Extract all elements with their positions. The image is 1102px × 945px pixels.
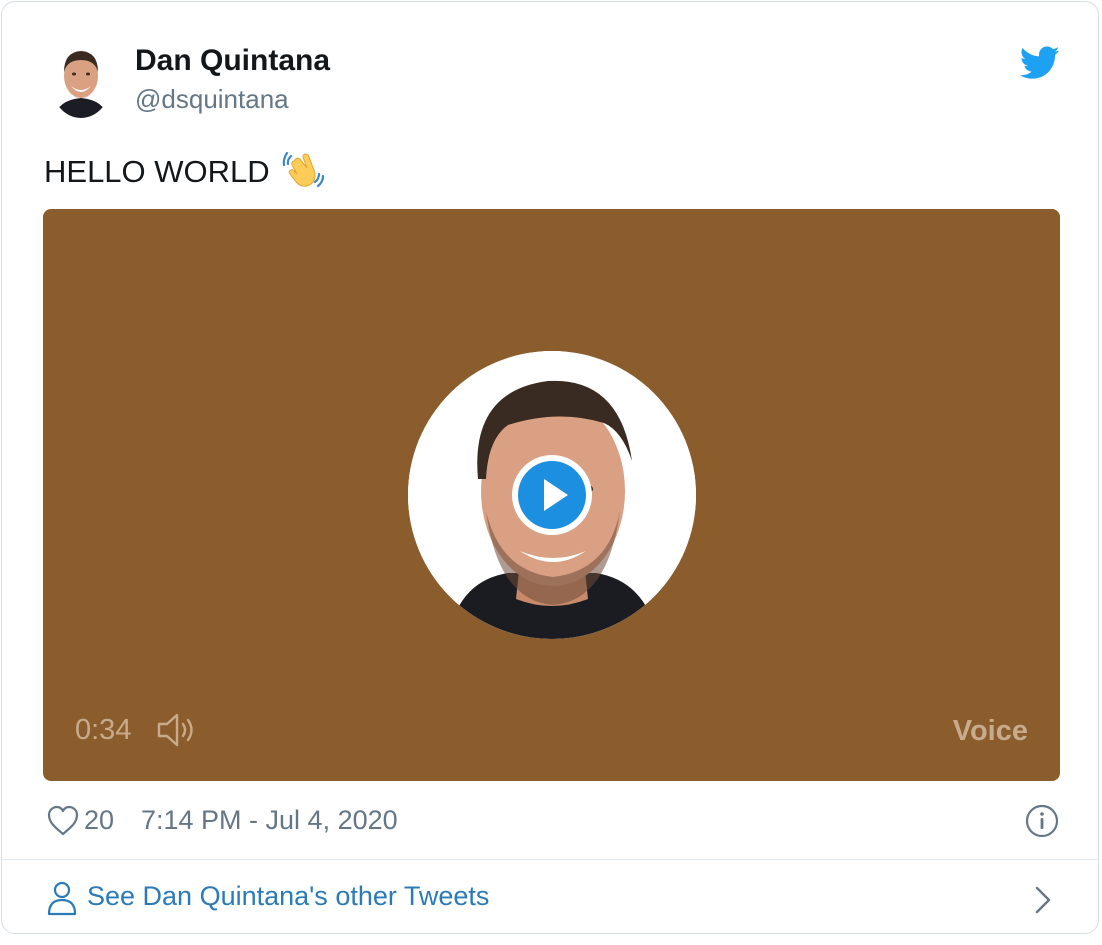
footer-divider bbox=[2, 859, 1098, 860]
duration-label: 0:34 bbox=[75, 714, 132, 746]
tweet-card: Dan Quintana @dsquintana HELLO WORLD 0:3… bbox=[1, 1, 1099, 934]
chevron-right-icon[interactable] bbox=[1032, 884, 1054, 916]
see-other-tweets-label[interactable]: See Dan Quintana's other Tweets bbox=[87, 881, 489, 912]
like-count[interactable]: 20 bbox=[84, 805, 114, 836]
see-other-tweets-link[interactable]: See Dan Quintana's other Tweets bbox=[46, 874, 1056, 918]
tweet-text: HELLO WORLD bbox=[44, 154, 270, 189]
heart-icon[interactable] bbox=[46, 805, 80, 837]
author-handle[interactable]: @dsquintana bbox=[135, 84, 289, 115]
author-avatar[interactable] bbox=[50, 42, 112, 118]
waving-hand-icon bbox=[282, 148, 325, 198]
voice-badge: Voice bbox=[952, 715, 1028, 747]
play-button[interactable] bbox=[512, 455, 592, 535]
author-name[interactable]: Dan Quintana bbox=[135, 44, 330, 78]
twitter-bird-icon[interactable] bbox=[1019, 46, 1060, 80]
voice-media-player[interactable]: 0:34 Voice bbox=[43, 209, 1060, 781]
volume-icon[interactable] bbox=[155, 712, 197, 748]
info-icon[interactable] bbox=[1024, 803, 1060, 839]
play-icon bbox=[518, 461, 586, 529]
person-icon bbox=[46, 880, 78, 916]
tweet-timestamp[interactable]: 7:14 PM - Jul 4, 2020 bbox=[141, 805, 398, 836]
tweet-text-row: HELLO WORLD bbox=[44, 148, 325, 198]
